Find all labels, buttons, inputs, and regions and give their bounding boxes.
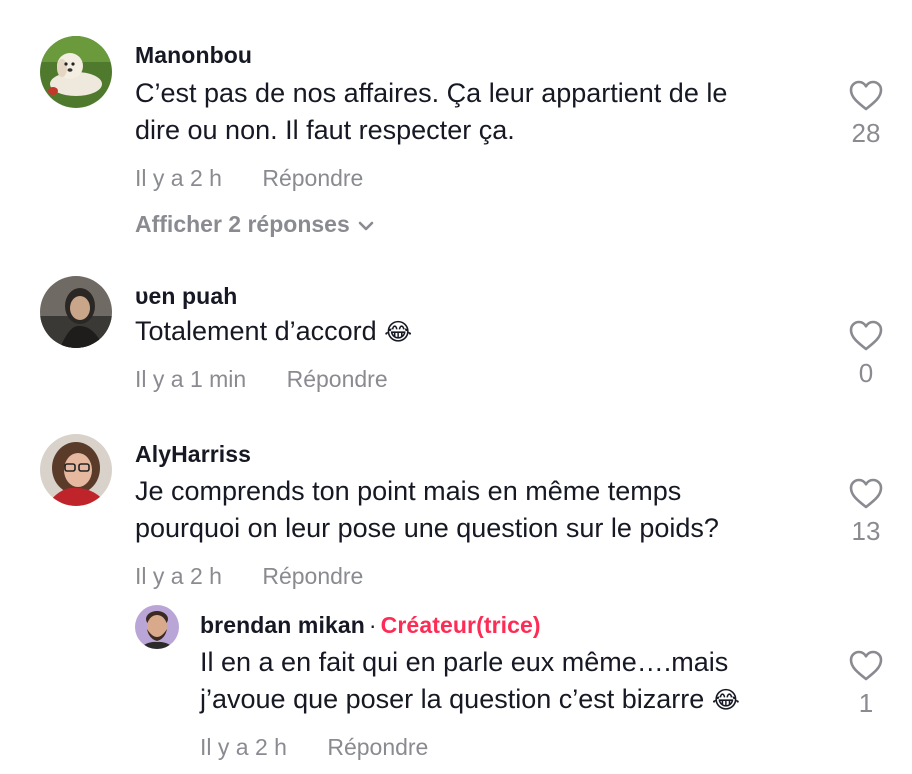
- chevron-down-icon: [358, 221, 374, 231]
- reply-username[interactable]: brendan mikan: [200, 612, 365, 638]
- comment-text: Je comprends ton point mais en même temp…: [135, 473, 719, 547]
- reply-button[interactable]: Répondre: [262, 165, 363, 191]
- reply-text-line: j’avoue que poser la question c’est biza…: [200, 684, 705, 714]
- creator-badge: Créateur(trice): [380, 612, 541, 638]
- person-photo-dark-icon: [40, 276, 112, 348]
- separator-dot: ·: [368, 612, 377, 638]
- comment-timestamp: Il y a 1 min: [135, 366, 247, 392]
- comment-timestamp: Il y a 2 h: [135, 165, 222, 191]
- like-count: 13: [851, 516, 881, 546]
- heart-outline-icon: [849, 320, 883, 351]
- comment-text-line: pourquoi on leur pose une question sur l…: [135, 513, 719, 543]
- reply-text: Il en a en fait qui en parle eux même….m…: [200, 644, 740, 719]
- person-photo-glasses-icon: [40, 434, 112, 506]
- heart-outline-icon: [849, 80, 883, 111]
- comment-username[interactable]: AlyHarriss: [135, 441, 251, 468]
- comment-text-line: Totalement d’accord: [135, 316, 377, 346]
- comment-text-line: C’est pas de nos affaires. Ça leur appar…: [135, 78, 728, 108]
- laughing-emoji-icon: 😂: [384, 319, 413, 346]
- heart-outline-icon: [849, 478, 883, 509]
- comment-text: C’est pas de nos affaires. Ça leur appar…: [135, 75, 727, 149]
- comment-text-line: Je comprends ton point mais en même temp…: [135, 476, 682, 506]
- reply-button[interactable]: Répondre: [262, 563, 363, 589]
- like-button[interactable]: 13: [836, 478, 896, 547]
- like-button[interactable]: 0: [836, 320, 896, 389]
- reply-username-row: brendan mikan · Créateur(trice): [200, 612, 541, 639]
- like-button[interactable]: 28: [836, 80, 896, 149]
- reply-button[interactable]: Répondre: [327, 734, 428, 760]
- like-count: 1: [858, 688, 874, 718]
- reply-button[interactable]: Répondre: [287, 366, 388, 392]
- avatar[interactable]: [40, 36, 112, 108]
- view-replies-button[interactable]: Afficher 2 réponses: [135, 211, 374, 238]
- dog-photo-icon: [40, 36, 112, 108]
- like-count: 28: [851, 118, 881, 148]
- avatar[interactable]: [40, 276, 112, 348]
- person-photo-bearded-icon: [135, 605, 179, 649]
- comment-text-line: dire ou non. Il faut respecter ça.: [135, 115, 515, 145]
- reply-text-line: Il en a en fait qui en parle eux même….m…: [200, 647, 729, 677]
- heart-outline-icon: [849, 650, 883, 681]
- like-button[interactable]: 1: [836, 650, 896, 719]
- reply-timestamp: Il y a 2 h: [200, 734, 287, 760]
- comment-meta: Il y a 2 h Répondre: [135, 563, 363, 590]
- comment-username[interactable]: υen puah: [135, 283, 237, 310]
- comment-username[interactable]: Manonbou: [135, 42, 252, 69]
- reply-meta: Il y a 2 h Répondre: [200, 734, 428, 761]
- comment-meta: Il y a 1 min Répondre: [135, 366, 388, 393]
- like-count: 0: [858, 358, 874, 388]
- comment-timestamp: Il y a 2 h: [135, 563, 222, 589]
- laughing-emoji-icon: 😂: [711, 687, 740, 714]
- avatar[interactable]: [40, 434, 112, 506]
- avatar[interactable]: [135, 605, 179, 649]
- view-replies-label: Afficher 2 réponses: [135, 211, 350, 237]
- comment-meta: Il y a 2 h Répondre: [135, 165, 363, 192]
- comment-text: Totalement d’accord 😂: [135, 313, 412, 351]
